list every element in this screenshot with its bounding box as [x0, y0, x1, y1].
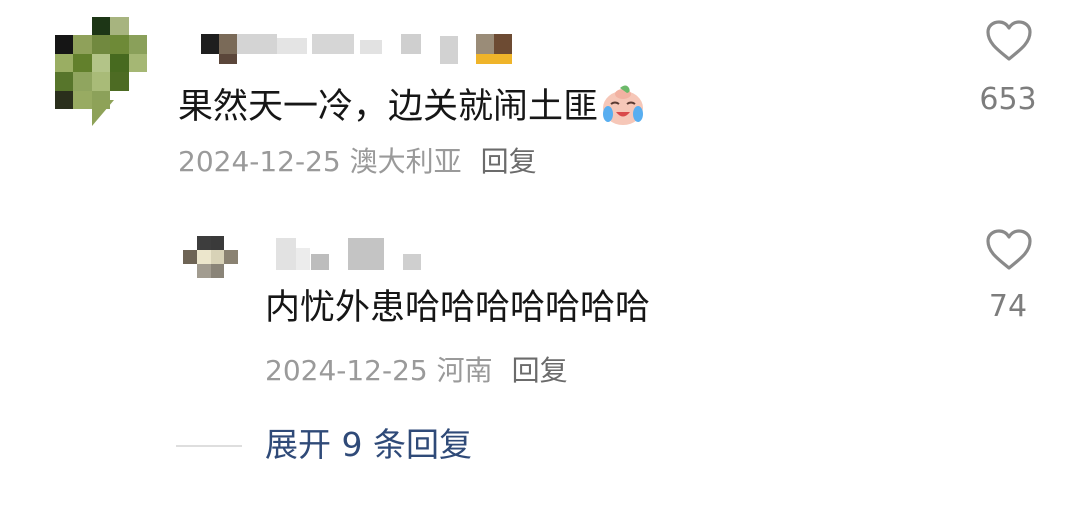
reply-meta: 2024-12-25 河南 回复: [265, 357, 568, 385]
comment-body: 果然天一冷，边关就闹土匪: [178, 84, 646, 133]
avatar-tail-decoration: [92, 100, 114, 126]
comment-thread: 果然天一冷，边关就闹土匪 2024-12-25 澳大利亚 回复 653 内忧外患…: [0, 0, 1080, 508]
reply-like-button[interactable]: [984, 228, 1034, 272]
heart-icon: [986, 20, 1032, 61]
comment-reply-button[interactable]: 回复: [481, 145, 537, 178]
reply-reply-button[interactable]: 回复: [512, 354, 568, 387]
reply-location: 河南: [436, 354, 493, 387]
comment-meta: 2024-12-25 澳大利亚 回复: [178, 148, 537, 176]
replier-avatar[interactable]: [183, 236, 238, 278]
reply-date: 2024-12-25: [265, 354, 428, 387]
expand-divider-line: [176, 445, 242, 447]
comment-location: 澳大利亚: [349, 145, 462, 178]
heart-icon: [986, 229, 1032, 270]
reply-body: 内忧外患哈哈哈哈哈哈哈: [265, 288, 651, 328]
expand-replies-button[interactable]: 展开 9 条回复: [265, 428, 472, 461]
comment-like-count: 653: [979, 82, 1037, 117]
crying-face-emoji: [600, 84, 646, 133]
comment-text: 果然天一冷，边关就闹土匪: [178, 87, 599, 127]
reply-like-count: 74: [988, 289, 1028, 324]
comment-date: 2024-12-25: [178, 145, 341, 178]
comment-like-button[interactable]: [984, 19, 1034, 63]
commenter-avatar[interactable]: [55, 17, 147, 109]
